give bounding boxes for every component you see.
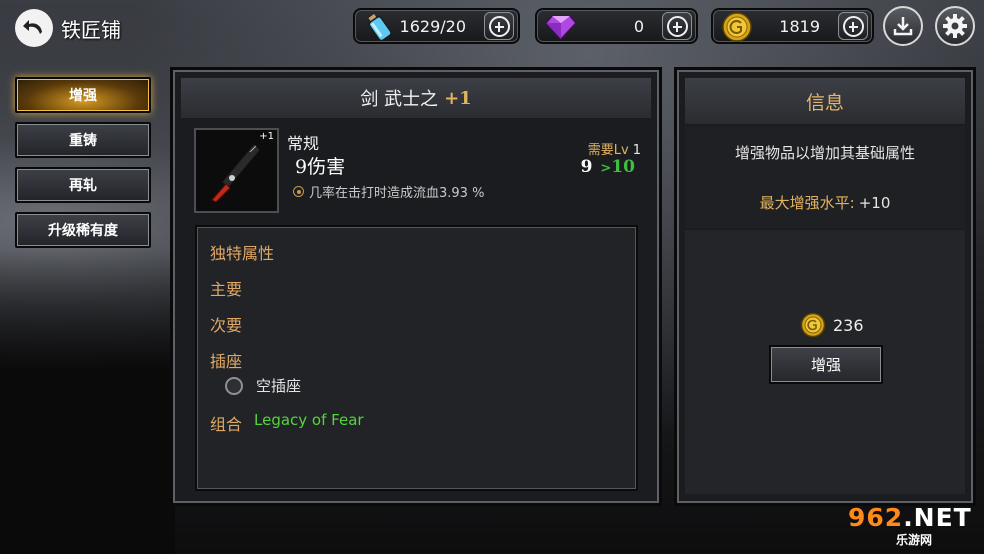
max-enhance-label: 最大增强水平: bbox=[759, 194, 855, 212]
page-title: 铁匠铺 bbox=[61, 18, 121, 42]
item-name: 剑 武士之 bbox=[360, 89, 439, 110]
download-icon bbox=[893, 17, 913, 36]
combo-value: Legacy of Fear bbox=[254, 411, 364, 429]
gem-value: 0 bbox=[633, 17, 644, 36]
item-slot[interactable]: +1 bbox=[194, 128, 279, 213]
menu-reroll-button[interactable]: 再轧 bbox=[15, 167, 151, 203]
menu-reforge-button[interactable]: 重铸 bbox=[15, 122, 151, 158]
properties-panel: 独特属性 主要 次要 插座 空插座 组合 Legacy of Fear bbox=[195, 225, 638, 491]
sword-icon bbox=[211, 143, 261, 203]
watermark-small: 乐游网 bbox=[896, 533, 933, 547]
gem-resource: 0 bbox=[535, 8, 698, 44]
menu-enhance-button[interactable]: 增强 bbox=[15, 77, 151, 113]
req-value: 1 bbox=[632, 143, 641, 158]
effect-bullet-icon bbox=[293, 186, 304, 197]
gold-resource: 1819 bbox=[711, 8, 874, 44]
plus-icon bbox=[488, 15, 510, 37]
info-title: 信息 bbox=[685, 78, 965, 124]
add-gem-button[interactable] bbox=[662, 12, 692, 40]
info-description: 增强物品以增加其基础属性 bbox=[734, 144, 915, 162]
empty-socket-label: 空插座 bbox=[256, 377, 302, 395]
potion-value: 1629/20 bbox=[399, 17, 466, 36]
socket-circle-icon bbox=[225, 376, 243, 395]
potion-resource: 1629/20 bbox=[353, 8, 520, 44]
enhance-button[interactable]: 增强 bbox=[769, 345, 883, 384]
item-effect: 几率在击打时造成流血3.93 % bbox=[293, 182, 484, 201]
level-change: 9 >10 bbox=[581, 157, 635, 177]
enhance-cost-value: 236 bbox=[833, 315, 864, 335]
item-panel: 剑 武士之 +1 +1 常规 9伤害 几率在击打时造成流血3.93 % 需要Lv… bbox=[170, 67, 662, 506]
gold-coin-icon bbox=[722, 12, 752, 42]
watermark-number: 962 bbox=[848, 503, 904, 532]
download-button[interactable] bbox=[883, 6, 923, 46]
level-arrow: > bbox=[600, 161, 612, 176]
enhance-cost: 236 bbox=[800, 312, 864, 338]
gear-icon bbox=[943, 14, 967, 38]
add-gold-button[interactable] bbox=[838, 12, 868, 40]
unique-attributes-label: 独特属性 bbox=[210, 244, 275, 263]
settings-button[interactable] bbox=[935, 6, 975, 46]
potion-bottle-icon bbox=[366, 12, 392, 42]
primary-label: 主要 bbox=[210, 280, 243, 299]
watermark-logo: 962.NET 乐游网 bbox=[842, 503, 980, 550]
socket-label: 插座 bbox=[210, 352, 243, 371]
max-enhance-level: 最大增强水平: +10 bbox=[685, 192, 965, 213]
back-arrow-icon bbox=[23, 20, 42, 34]
watermark-suffix: .NET bbox=[903, 503, 972, 532]
combo-label: 组合 bbox=[210, 415, 243, 434]
secondary-label: 次要 bbox=[210, 316, 243, 335]
plus-icon bbox=[666, 15, 688, 37]
enhance-action-area: 236 增强 bbox=[685, 230, 965, 494]
max-enhance-value: +10 bbox=[858, 194, 891, 212]
background-shadow bbox=[0, 250, 175, 554]
item-effect-text: 几率在击打时造成流血3.93 % bbox=[309, 186, 485, 201]
item-plus-level: +1 bbox=[444, 87, 472, 109]
watermark-big: 962.NET bbox=[848, 503, 972, 532]
item-damage: 9伤害 bbox=[295, 156, 346, 178]
req-label: 需要Lv bbox=[587, 143, 629, 158]
gold-value: 1819 bbox=[779, 17, 820, 36]
plus-icon bbox=[842, 15, 864, 37]
purple-gem-icon bbox=[544, 15, 578, 41]
level-from: 9 bbox=[580, 157, 593, 177]
info-description-box: 增强物品以增加其基础属性 最大增强水平: +10 bbox=[685, 126, 965, 228]
item-rarity: 常规 bbox=[287, 134, 320, 153]
level-requirement: 需要Lv 1 bbox=[588, 139, 641, 158]
item-title-bar: 剑 武士之 +1 bbox=[181, 78, 651, 118]
level-to: 10 bbox=[611, 157, 635, 177]
add-potion-button[interactable] bbox=[484, 12, 514, 40]
empty-socket[interactable]: 空插座 bbox=[225, 375, 301, 396]
menu-upgrade-rarity-button[interactable]: 升级稀有度 bbox=[15, 212, 151, 248]
back-button[interactable] bbox=[15, 9, 53, 47]
gold-coin-icon bbox=[800, 312, 826, 338]
info-panel: 信息 增强物品以增加其基础属性 最大增强水平: +10 236 增强 bbox=[674, 67, 976, 506]
